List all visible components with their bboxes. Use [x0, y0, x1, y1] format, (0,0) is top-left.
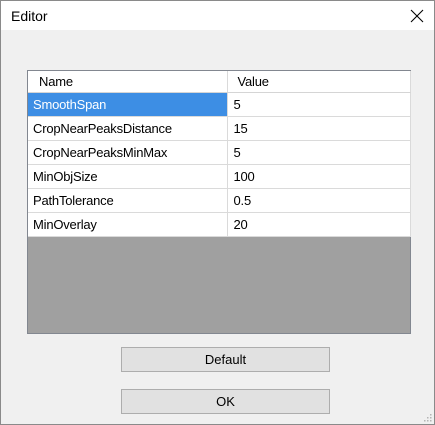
cell-name-pathtolerance[interactable]: PathTolerance — [28, 188, 228, 213]
editor-dialog: Editor Name Value SmoothSpan 5 CropNearP… — [0, 0, 435, 425]
cell-value-smoothspan[interactable]: 5 — [227, 92, 411, 117]
window-title: Editor — [11, 8, 48, 24]
cell-name-minoverlay[interactable]: MinOverlay — [28, 212, 228, 237]
cell-name-minobjsize[interactable]: MinObjSize — [28, 164, 228, 189]
ok-button[interactable]: OK — [121, 389, 330, 414]
cell-name-cropnearpeaksdistance[interactable]: CropNearPeaksDistance — [28, 116, 228, 141]
property-grid[interactable]: Name Value SmoothSpan 5 CropNearPeaksDis… — [27, 70, 411, 334]
table-row[interactable]: MinObjSize 100 — [28, 164, 411, 189]
default-button[interactable]: Default — [121, 347, 330, 372]
cell-value-cropnearpeaksdistance[interactable]: 15 — [227, 116, 411, 141]
title-bar: Editor — [1, 1, 434, 30]
column-header-value[interactable]: Value — [227, 71, 411, 93]
cell-value-pathtolerance[interactable]: 0.5 — [227, 188, 411, 213]
cell-value-minoverlay[interactable]: 20 — [227, 212, 411, 237]
table-row[interactable]: CropNearPeaksDistance 15 — [28, 116, 411, 141]
table-row[interactable]: SmoothSpan 5 — [28, 92, 411, 117]
cell-name-smoothspan[interactable]: SmoothSpan — [28, 92, 228, 117]
cell-value-minobjsize[interactable]: 100 — [227, 164, 411, 189]
header-row: Name Value — [28, 71, 411, 93]
resize-grip-icon[interactable] — [422, 412, 432, 422]
cell-value-cropnearpeaksminmax[interactable]: 5 — [227, 140, 411, 165]
table-row[interactable]: PathTolerance 0.5 — [28, 188, 411, 213]
table-row[interactable]: MinOverlay 20 — [28, 212, 411, 237]
column-header-name[interactable]: Name — [28, 71, 228, 93]
table-row[interactable]: CropNearPeaksMinMax 5 — [28, 140, 411, 165]
close-button[interactable] — [400, 1, 434, 30]
property-table: Name Value SmoothSpan 5 CropNearPeaksDis… — [28, 71, 411, 237]
cell-name-cropnearpeaksminmax[interactable]: CropNearPeaksMinMax — [28, 140, 228, 165]
close-icon — [410, 9, 424, 22]
